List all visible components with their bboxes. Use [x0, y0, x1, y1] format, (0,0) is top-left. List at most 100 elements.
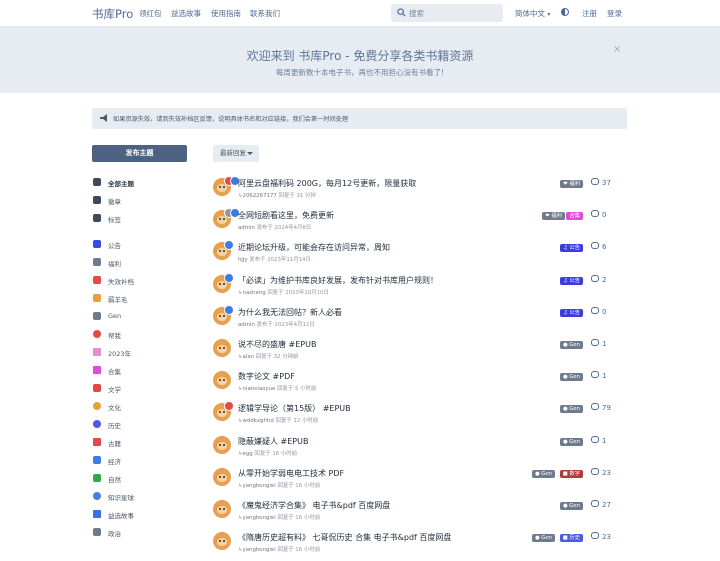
- thread-author[interactable]: 2062267177: [243, 193, 277, 199]
- thread-author[interactable]: hjjy: [238, 257, 248, 263]
- thread-row[interactable]: 说不尽的盛唐 #EPUB ↳alan 回复于 32 分钟前 ● Gen 1: [213, 336, 613, 368]
- thread-tag[interactable]: ♫ 公告: [559, 244, 583, 253]
- thread-tag[interactable]: 合集: [566, 212, 583, 221]
- thread-title[interactable]: 全网短剧看这里，免费更新: [238, 210, 334, 221]
- nav-link-stories[interactable]: 益选故事: [171, 8, 201, 19]
- thread-title[interactable]: 《隋唐历史超有料》 七哥侃历史 合集 电子书&pdf 百度网盘: [238, 532, 451, 543]
- thread-row[interactable]: 隐蔽嫌疑人 #EPUB ↳egg 回复于 16 小时前 ● Gen 1: [213, 433, 613, 465]
- avatar[interactable]: [213, 371, 231, 390]
- thread-author[interactable]: admin: [238, 225, 255, 231]
- thread-author[interactable]: yanghonglei: [243, 547, 276, 553]
- sidebar-item[interactable]: 政治: [93, 527, 193, 539]
- thread-author[interactable]: yanghonglei: [243, 483, 276, 489]
- thread-tag[interactable]: ■ 数字: [559, 469, 583, 478]
- reply-count-value: 1: [602, 372, 607, 381]
- avatar[interactable]: [213, 500, 231, 518]
- sidebar-item[interactable]: 益选故事: [93, 509, 193, 521]
- nav-link-red-packet[interactable]: 领红包: [139, 8, 162, 19]
- sidebar-item[interactable]: Gen: [93, 311, 193, 323]
- thread-tag[interactable]: ❤ 福利: [560, 180, 583, 188]
- sidebar-item[interactable]: 徽章: [93, 195, 193, 207]
- search-box[interactable]: 搜索: [391, 4, 503, 22]
- thread-tag[interactable]: ❤ 福利: [542, 212, 565, 221]
- sidebar-item[interactable]: 自然: [93, 473, 193, 485]
- thread-tag[interactable]: ♫ 公告: [559, 308, 583, 317]
- thread-row[interactable]: 《隋唐历史超有料》 七哥侃历史 合集 电子书&pdf 百度网盘 ↳yanghong…: [213, 529, 613, 561]
- post-topic-button[interactable]: 发布主题: [92, 145, 187, 162]
- close-icon[interactable]: ×: [613, 44, 621, 55]
- thread-author[interactable]: nasheng: [243, 290, 266, 296]
- sidebar-item[interactable]: 文化: [93, 401, 193, 413]
- thread-title[interactable]: 隐蔽嫌疑人 #EPUB: [238, 436, 308, 447]
- avatar[interactable]: [213, 435, 231, 454]
- thread-tag[interactable]: ● Gen: [531, 534, 555, 543]
- thread-title[interactable]: 数字论文 #PDF: [238, 371, 295, 382]
- thread-author[interactable]: alan: [243, 354, 255, 360]
- sidebar-item[interactable]: 文学: [93, 383, 193, 395]
- sidebar-item-label: 文化: [108, 404, 121, 412]
- tag-icon: [93, 312, 101, 320]
- sidebar-item[interactable]: 失效补档: [93, 275, 193, 287]
- thread-verb: 回复于: [277, 482, 294, 489]
- sidebar-item[interactable]: 历史: [93, 419, 193, 431]
- thread-tag[interactable]: ● Gen: [531, 469, 555, 478]
- thread-row[interactable]: 全网短剧看这里，免费更新 admin 发布于 2024年4月8日 合集 ❤ 福利 0: [213, 207, 613, 239]
- nav-link-contact[interactable]: 联系我们: [250, 8, 280, 19]
- register-link[interactable]: 注册: [582, 8, 597, 19]
- thread-title[interactable]: 「必读」为维护书库良好发展，发布针对书库用户规则！: [238, 275, 438, 286]
- thread-author[interactable]: egg: [243, 451, 253, 457]
- thread-tag[interactable]: ● Gen: [559, 373, 583, 382]
- chat-icon: [93, 178, 101, 186]
- sidebar-item[interactable]: 古籍: [93, 437, 193, 449]
- thread-tag[interactable]: ♫ 公告: [559, 276, 583, 285]
- sidebar-item[interactable]: 2023年: [93, 347, 193, 359]
- avatar[interactable]: [213, 532, 231, 551]
- thread-title[interactable]: 为什么我无法回帖？新人必看: [238, 307, 342, 318]
- thread-row[interactable]: 逻辑学导论（第15版） #EPUB ↳wddkxghhd 回复于 12 小时前 ● …: [213, 400, 613, 432]
- thread-row[interactable]: 阿里云盘福利码 200G，每月12号更新，限量获取 ↳2062267177 回复于…: [213, 175, 613, 207]
- sidebar-item[interactable]: 福利: [93, 257, 193, 269]
- thread-tag[interactable]: ● Gen: [559, 437, 583, 446]
- sidebar-item[interactable]: 合集: [93, 365, 193, 377]
- nav-link-guide[interactable]: 使用指南: [211, 8, 241, 19]
- thread-title[interactable]: 从零开始学弱电电工技术 PDF: [238, 468, 344, 479]
- thread-tag[interactable]: ● Gen: [559, 341, 583, 349]
- thread-row[interactable]: 《魔鬼经济学合集》 电子书&pdf 百度网盘 ↳yanghonglei 回复于 1…: [213, 497, 613, 529]
- thread-title[interactable]: 说不尽的盛唐 #EPUB: [238, 339, 316, 350]
- thread-title[interactable]: 阿里云盘福利码 200G，每月12号更新，限量获取: [238, 178, 416, 189]
- thread-row[interactable]: 近期论坛升级，可能会存在访问异常，周知 hjjy 发布于 2023年11月14日 ♫…: [213, 239, 613, 271]
- thread-row[interactable]: 数字论文 #PDF ↳nianxiaoyue 回复于 5 小时前 ● Gen 1: [213, 368, 613, 400]
- thread-row[interactable]: 为什么我无法回帖？新人必看 admin 发布于 2023年4月12日 ♫ 公告 0: [213, 304, 613, 336]
- sidebar-item[interactable]: 帮我: [93, 329, 193, 341]
- sidebar-item[interactable]: 全部主题: [93, 177, 193, 189]
- comment-icon: [591, 306, 599, 314]
- thread-author[interactable]: yanghonglei: [243, 515, 276, 521]
- sidebar-item[interactable]: 薅羊毛: [93, 293, 193, 305]
- sidebar-item[interactable]: 标签: [93, 213, 193, 225]
- thread-author[interactable]: admin: [238, 322, 255, 328]
- thread-row[interactable]: 「必读」为维护书库良好发展，发布针对书库用户规则！ ↳nasheng 回复于 20…: [213, 272, 613, 304]
- sidebar-item[interactable]: 经济: [93, 455, 193, 467]
- sidebar-item[interactable]: 知识星球: [93, 491, 193, 503]
- thread-row[interactable]: 从零开始学弱电电工技术 PDF ↳yanghonglei 回复于 16 小时前 ■ …: [213, 465, 613, 497]
- avatar-eye: [223, 347, 225, 349]
- theme-toggle-icon[interactable]: [561, 8, 569, 16]
- thread-title[interactable]: 近期论坛升级，可能会存在访问异常，周知: [238, 242, 390, 253]
- sort-dropdown[interactable]: 最新回复: [213, 145, 259, 162]
- thread-tag[interactable]: ■ 历史: [559, 534, 583, 543]
- site-logo[interactable]: 书库Pro: [92, 6, 133, 22]
- reply-count: 27: [591, 500, 611, 509]
- avatar[interactable]: [213, 339, 231, 357]
- thread-author[interactable]: wddkxghhd: [243, 418, 274, 424]
- avatar[interactable]: [213, 467, 231, 486]
- thread-author[interactable]: nianxiaoyue: [243, 386, 276, 392]
- thread-tag[interactable]: ● Gen: [559, 405, 583, 414]
- thread-tag[interactable]: ● Gen: [559, 502, 583, 510]
- login-link[interactable]: 登录: [607, 8, 622, 19]
- sidebar-item[interactable]: 公告: [93, 239, 193, 251]
- sidebar-item-label: 古籍: [108, 440, 121, 448]
- thread-title[interactable]: 逻辑学导论（第15版） #EPUB: [238, 403, 351, 414]
- language-selector[interactable]: 简体中文 ▾: [515, 8, 550, 19]
- thread-title[interactable]: 《魔鬼经济学合集》 电子书&pdf 百度网盘: [238, 500, 390, 511]
- chevron-down-icon: ▾: [547, 11, 551, 18]
